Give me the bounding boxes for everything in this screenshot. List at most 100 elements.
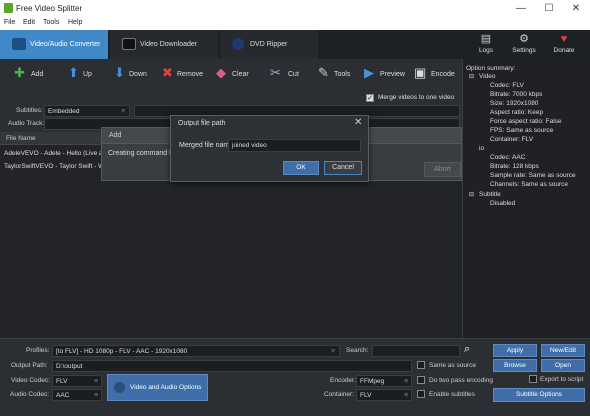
subtitles-label: Subtitles: bbox=[16, 107, 43, 114]
checkbox-box bbox=[417, 376, 425, 384]
container-select[interactable]: FLV ≡ bbox=[356, 389, 412, 401]
close-icon[interactable]: ✕ bbox=[354, 117, 362, 128]
merged-file-name-input[interactable]: joined video bbox=[228, 139, 361, 152]
export-to-script-checkbox[interactable]: Export to script bbox=[529, 375, 589, 385]
output-path-dialog: Output file path ✕ Merged file name join… bbox=[170, 115, 369, 182]
output-path-value: D:\output bbox=[56, 363, 83, 370]
merged-file-name-value: joined video bbox=[232, 142, 267, 149]
logs-icon: ▤ bbox=[480, 33, 492, 45]
clear-button[interactable]: ◆ Clear bbox=[216, 59, 256, 90]
remove-button[interactable]: ✖ Remove bbox=[162, 59, 206, 90]
encode-button[interactable]: ▣ Encode bbox=[414, 59, 458, 90]
video-codec-select[interactable]: FLV ≡ bbox=[52, 375, 102, 387]
profiles-label: Profiles: bbox=[26, 347, 50, 354]
menu-file[interactable]: File bbox=[4, 19, 15, 26]
abort-button[interactable]: Abort bbox=[424, 162, 461, 177]
summary-title: Option summary: bbox=[466, 65, 516, 72]
browse-button[interactable]: Browse bbox=[493, 359, 537, 372]
list-item[interactable]: TaylorSwiftVEVO - Taylor Swift - W bbox=[4, 163, 104, 170]
checkbox-box bbox=[417, 361, 425, 369]
apply-button[interactable]: Apply bbox=[493, 344, 537, 357]
summary-item: Channels: Same as source bbox=[490, 181, 569, 188]
new-edit-button[interactable]: New/Edit bbox=[541, 344, 585, 357]
video-codec-value: FLV bbox=[56, 378, 68, 385]
maximize-button[interactable]: ☐ bbox=[536, 1, 562, 16]
summary-item: Codec: FLV bbox=[490, 82, 524, 89]
container-value: FLV bbox=[360, 392, 372, 399]
dvd-icon bbox=[232, 38, 244, 50]
encoder-select[interactable]: FFMpeg ≡ bbox=[356, 375, 412, 387]
dialog-title: Output file path bbox=[178, 120, 226, 127]
tools-label: Tools bbox=[334, 71, 351, 78]
summary-subtitle-node[interactable]: Subtitle bbox=[479, 191, 501, 198]
subtitle-options-button[interactable]: Subtitle Options bbox=[493, 388, 585, 402]
video-codec-label: Video Codec: bbox=[11, 377, 50, 384]
clear-label: Clear bbox=[232, 71, 249, 78]
settings-label: Settings bbox=[512, 47, 536, 54]
eraser-icon: ◆ bbox=[216, 65, 226, 80]
close-window-button[interactable]: ✕ bbox=[563, 1, 589, 16]
menu-bar: File Edit Tools Help bbox=[0, 17, 590, 30]
up-label: Up bbox=[83, 71, 92, 78]
cut-button[interactable]: ✂ Cut bbox=[270, 59, 304, 90]
encode-label: Encode bbox=[431, 71, 455, 78]
preview-button[interactable]: ▶ Preview bbox=[364, 59, 408, 90]
file-name-column[interactable]: File Name bbox=[6, 135, 36, 142]
collapse-icon[interactable]: ⊟ bbox=[469, 191, 474, 198]
two-pass-checkbox[interactable]: Do two pass encoding bbox=[417, 376, 493, 386]
donate-button[interactable]: ♥ Donate bbox=[546, 30, 582, 59]
output-path-input[interactable]: D:\output bbox=[52, 360, 412, 372]
up-button[interactable]: ⬆ Up bbox=[68, 59, 104, 90]
menu-help[interactable]: Help bbox=[68, 19, 82, 26]
cut-label: Cut bbox=[288, 71, 299, 78]
tab-video-downloader[interactable]: Video Downloader bbox=[110, 30, 218, 59]
search-icon[interactable]: ⌕ bbox=[464, 343, 470, 356]
tab-video-audio-converter[interactable]: Video/Audio Converter bbox=[0, 30, 108, 59]
scissors-icon: ✂ bbox=[270, 65, 281, 80]
dropdown-icon: ≡ bbox=[404, 392, 408, 399]
converter-icon bbox=[12, 38, 26, 50]
minimize-button[interactable]: — bbox=[508, 1, 534, 16]
tab-bar: Video/Audio Converter Video Downloader D… bbox=[0, 30, 590, 59]
summary-item: Force aspect ratio: False bbox=[490, 118, 562, 125]
video-audio-options-button[interactable]: Video and Audio Options bbox=[107, 374, 208, 401]
merge-checkbox[interactable]: ✓ Merge videos to one video bbox=[366, 93, 462, 103]
add-button[interactable]: ✚ Add bbox=[14, 59, 54, 90]
settings-button[interactable]: ⚙ Settings bbox=[506, 30, 542, 59]
option-summary-panel: Option summary: ⊟ Video Codec: FLV Bitra… bbox=[462, 59, 590, 338]
profiles-select[interactable]: [to FLV] - HD 1080p - FLV - AAC - 1920x1… bbox=[52, 345, 340, 357]
output-path-label: Output Path: bbox=[11, 362, 48, 369]
tools-icon: ✎ bbox=[318, 65, 329, 80]
preview-label: Preview bbox=[380, 71, 405, 78]
subtitles-select[interactable]: Embedded ≡ bbox=[44, 105, 130, 117]
open-button[interactable]: Open bbox=[541, 359, 585, 372]
window-title: Free Video Splitter bbox=[16, 4, 83, 13]
audio-codec-select[interactable]: AAC ≡ bbox=[52, 389, 102, 401]
logs-button[interactable]: ▤ Logs bbox=[468, 30, 504, 59]
play-icon: ▶ bbox=[364, 65, 374, 80]
ok-button[interactable]: OK bbox=[283, 161, 319, 175]
collapse-icon[interactable]: ⊟ bbox=[469, 73, 474, 80]
tools-button[interactable]: ✎ Tools bbox=[318, 59, 358, 90]
dropdown-icon: ≡ bbox=[94, 378, 98, 385]
search-label: Search: bbox=[346, 347, 369, 354]
list-item[interactable]: AdeleVEVO - Adele - Hello (Live at bbox=[4, 150, 104, 157]
audio-codec-value: AAC bbox=[56, 392, 70, 399]
down-button[interactable]: ⬇ Down bbox=[114, 59, 154, 90]
search-input[interactable] bbox=[372, 345, 460, 357]
enable-subtitles-checkbox[interactable]: Enable subtitles bbox=[417, 390, 489, 400]
tab-dvd-ripper[interactable]: DVD Ripper bbox=[220, 30, 318, 59]
summary-audio-node[interactable]: io bbox=[479, 145, 484, 152]
subtitles-value: Embedded bbox=[48, 108, 80, 115]
progress-dialog-title: Add bbox=[109, 132, 122, 139]
cancel-button[interactable]: Cancel bbox=[324, 161, 362, 175]
add-label: Add bbox=[31, 71, 44, 78]
title-bar: Free Video Splitter — ☐ ✕ bbox=[0, 0, 590, 17]
same-as-source-checkbox[interactable]: Same as source bbox=[417, 361, 489, 371]
remove-icon: ✖ bbox=[162, 65, 173, 80]
menu-edit[interactable]: Edit bbox=[23, 19, 35, 26]
summary-video-node[interactable]: Video bbox=[479, 73, 496, 80]
dropdown-icon: ≡ bbox=[121, 108, 125, 115]
dropdown-icon: ≡ bbox=[331, 348, 335, 355]
menu-tools[interactable]: Tools bbox=[43, 19, 59, 26]
